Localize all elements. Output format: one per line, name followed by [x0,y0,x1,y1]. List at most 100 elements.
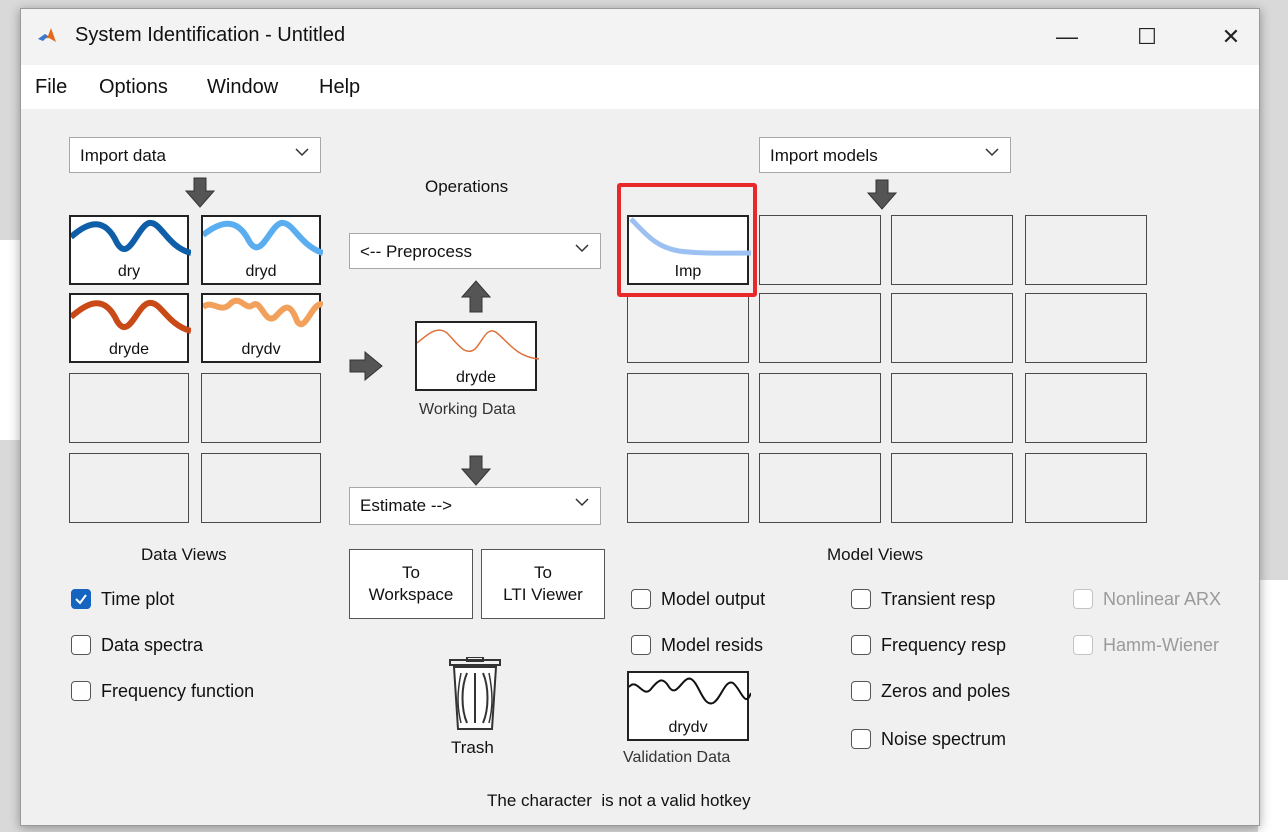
frequency-function-checkbox[interactable]: Frequency function [71,679,254,703]
button-text-line: To [534,563,552,582]
menu-file[interactable]: File [35,76,67,99]
nonlinear-arx-checkbox[interactable]: Nonlinear ARX [1073,587,1221,611]
model-slot-empty[interactable] [891,373,1013,443]
checkbox-label: Noise spectrum [881,728,1007,749]
checkbox-label: Model output [661,588,766,609]
time-plot-checkbox[interactable]: Time plot [71,587,174,611]
to-lti-viewer-button[interactable]: To LTI Viewer [481,549,605,619]
checkbox-label: Transient resp [881,588,996,609]
checkbox-box [71,681,91,701]
noise-spectrum-checkbox[interactable]: Noise spectrum [851,727,1006,751]
checkbox-label: Data spectra [101,634,204,655]
checkbox-box [1073,635,1093,655]
matlab-logo-icon [38,28,56,42]
checkmark-icon [75,594,87,605]
model-views-title: Model Views [827,545,924,564]
background-window-fragment [0,240,20,440]
checkbox-box [851,729,871,749]
model-slot-empty[interactable] [891,215,1013,285]
checkbox-box [1073,589,1093,609]
checkbox-box [631,635,651,655]
model-slot-empty[interactable] [627,453,749,523]
validation-data-slot[interactable]: drydv [627,671,751,741]
close-button[interactable]: ✕ [1201,17,1261,57]
to-workspace-button[interactable]: To Workspace [349,549,473,619]
background-window-fragment [1258,580,1288,832]
menu-bar: File Options Window Help [21,65,1259,109]
working-data-caption: Working Data [419,401,516,418]
model-slot-empty[interactable] [759,293,881,363]
button-text-line: To [402,563,420,582]
down-arrow-icon [185,177,215,208]
data-slot-empty[interactable] [69,373,189,443]
model-slot-empty[interactable] [1025,373,1147,443]
import-models-label: Import models [770,146,878,165]
model-slot-empty[interactable] [627,293,749,363]
model-output-checkbox[interactable]: Model output [631,587,765,611]
model-resids-checkbox[interactable]: Model resids [631,633,763,657]
validation-data-caption: Validation Data [623,749,731,766]
preprocess-dropdown[interactable]: <-- Preprocess [349,233,601,269]
data-slot-dryde[interactable]: dryde [69,293,191,363]
chevron-down-icon [295,148,309,157]
menu-help[interactable]: Help [319,76,360,99]
model-slot-empty[interactable] [1025,453,1147,523]
data-slot-label: dryd [245,263,277,280]
operations-title: Operations [425,177,509,196]
checkbox-label: Frequency resp [881,634,1007,655]
data-slot-drydv[interactable]: drydv [201,293,323,363]
model-slot-empty[interactable] [759,215,881,285]
model-slot-empty[interactable] [1025,215,1147,285]
window-title: System Identification - Untitled [75,24,346,46]
checkbox-box [71,589,91,609]
minimize-button[interactable]: — [1037,17,1097,57]
checkbox-label: Hamm-Wiener [1103,634,1220,655]
checkbox-box [851,635,871,655]
button-text-line: LTI Viewer [503,585,583,604]
checkbox-box [631,589,651,609]
model-slot-empty[interactable] [759,373,881,443]
import-data-label: Import data [80,146,166,165]
checkbox-label: Nonlinear ARX [1103,588,1222,609]
up-arrow-icon [461,280,491,313]
checkbox-label: Zeros and poles [881,680,1011,701]
validation-data-name: drydv [668,719,708,736]
data-slot-dryd[interactable]: dryd [201,215,323,285]
import-data-dropdown[interactable]: Import data [69,137,321,173]
data-views-title: Data Views [141,545,227,564]
checkbox-box [851,589,871,609]
menu-options[interactable]: Options [99,76,168,99]
model-slot-empty[interactable] [891,453,1013,523]
model-slot-empty[interactable] [759,453,881,523]
model-slot-empty[interactable] [627,373,749,443]
data-spectra-checkbox[interactable]: Data spectra [71,633,203,657]
data-slot-label: dry [117,263,141,280]
data-slot-label: dryde [108,341,150,358]
checkbox-label: Frequency function [101,680,255,701]
transient-resp-checkbox[interactable]: Transient resp [851,587,995,611]
model-slot-empty[interactable] [1025,293,1147,363]
checkbox-box [71,635,91,655]
menu-window[interactable]: Window [207,76,278,99]
system-identification-window: System Identification - Untitled — ☐ ✕ F… [20,8,1260,826]
data-slot-empty[interactable] [201,453,321,523]
preprocess-label: <-- Preprocess [360,242,472,261]
checkbox-label: Time plot [101,588,175,609]
frequency-resp-checkbox[interactable]: Frequency resp [851,633,1006,657]
maximize-button[interactable]: ☐ [1117,17,1177,57]
estimate-dropdown[interactable]: Estimate --> [349,487,601,525]
trash-icon[interactable] [447,657,503,733]
working-data-slot[interactable]: dryde [415,321,539,391]
zeros-and-poles-checkbox[interactable]: Zeros and poles [851,679,1010,703]
chevron-down-icon [575,498,589,507]
status-text: The character is not a valid hotkey [487,791,751,810]
model-slot-empty[interactable] [891,293,1013,363]
import-models-dropdown[interactable]: Import models [759,137,1011,173]
right-arrow-icon [349,351,383,381]
data-slot-empty[interactable] [69,453,189,523]
trash-label: Trash [451,738,494,757]
data-slot-dry[interactable]: dry [69,215,191,285]
hamm-wiener-checkbox[interactable]: Hamm-Wiener [1073,633,1219,657]
down-arrow-icon [867,179,897,210]
data-slot-empty[interactable] [201,373,321,443]
